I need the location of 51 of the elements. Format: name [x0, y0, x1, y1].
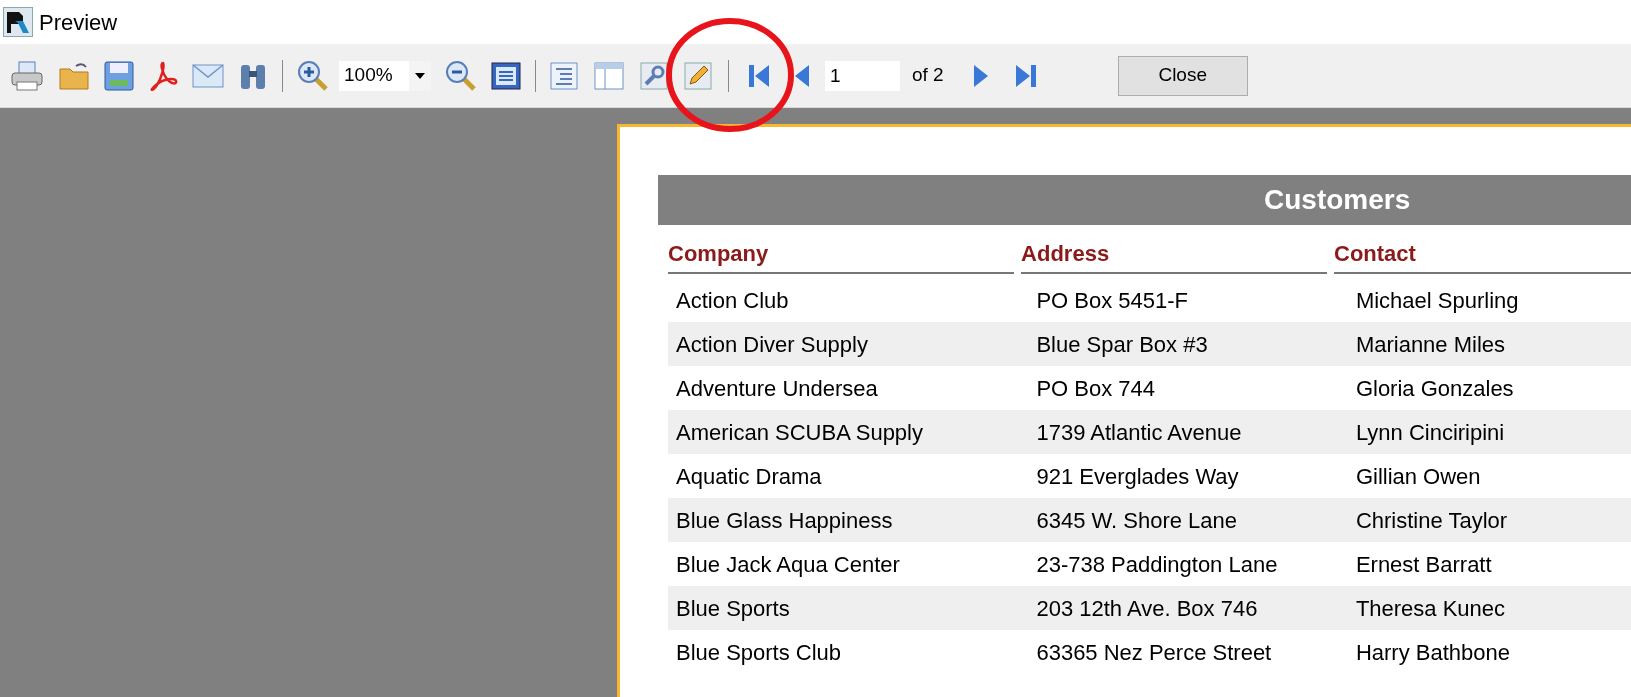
close-button[interactable]: Close	[1117, 55, 1248, 96]
table-cell: 63365 Nez Perce Street	[1036, 639, 1272, 665]
app-logo-icon	[3, 7, 33, 37]
zoom-in-icon[interactable]	[297, 59, 329, 92]
table-cell: Harry Bathbone	[1355, 639, 1510, 665]
table-cell: Blue Glass Happiness	[676, 507, 893, 533]
table-cell: Blue Spar Box #3	[1036, 331, 1208, 357]
table-cell: Action Club	[676, 287, 789, 313]
zoom-out-icon[interactable]	[445, 59, 477, 92]
page-width-icon[interactable]	[491, 61, 521, 90]
table-cell: Blue Sports Club	[676, 639, 842, 665]
table-cell: Christine Taylor	[1355, 507, 1508, 533]
last-page-icon[interactable]	[1015, 63, 1036, 88]
table-cell: American SCUBA Supply	[676, 419, 923, 445]
table-cell: Michael Spurling	[1355, 287, 1519, 313]
page-number-field[interactable]: 1	[825, 60, 900, 91]
pdf-icon[interactable]	[148, 60, 178, 91]
report-title-band: Customers	[658, 175, 1631, 225]
dropdown-caret-icon[interactable]	[415, 72, 425, 79]
first-page-icon[interactable]	[749, 63, 769, 88]
envelope-icon[interactable]	[192, 63, 224, 88]
table-cell: Blue Jack Aqua Center	[676, 551, 900, 577]
zoom-combo-box[interactable]: 100%	[339, 60, 431, 91]
table-cell: 23-738 Paddington Lane	[1036, 551, 1278, 577]
table-cell: Marianne Miles	[1355, 331, 1506, 357]
save-icon[interactable]	[104, 60, 134, 91]
table-cell: Gloria Gonzales	[1355, 375, 1514, 401]
table-cell: 1739 Atlantic Avenue	[1036, 419, 1242, 445]
window-title: Preview	[39, 8, 118, 37]
previous-page-icon[interactable]	[795, 63, 809, 88]
table-cell: Action Diver Supply	[676, 331, 868, 357]
column-header: Contact	[1334, 237, 1631, 274]
next-page-icon[interactable]	[973, 63, 988, 88]
table-cell: Theresa Kunec	[1355, 595, 1506, 621]
print-icon[interactable]	[10, 59, 44, 92]
table-cell: Gillian Owen	[1355, 463, 1481, 489]
table-cell: 203 12th Ave. Box 746	[1036, 595, 1258, 621]
table-cell: 6345 W. Shore Lane	[1036, 507, 1237, 533]
table-cell: 921 Everglades Way	[1036, 463, 1239, 489]
table-cell: PO Box 5451-F	[1036, 287, 1189, 313]
table-cell: Blue Sports	[676, 595, 790, 621]
page-count-label: of 2	[912, 63, 944, 88]
table-cell: Aquatic Drama	[676, 463, 822, 489]
pencil-icon[interactable]	[684, 61, 712, 90]
table-cell: Ernest Barratt	[1355, 551, 1492, 577]
outline-icon[interactable]	[550, 61, 578, 90]
column-header: Address	[1021, 237, 1328, 274]
table-cell: PO Box 744	[1036, 375, 1156, 401]
table-cell: Adventure Undersea	[676, 375, 878, 401]
column-header: Company	[668, 237, 1014, 274]
table-cell: Lynn Cinciripini	[1355, 419, 1505, 445]
